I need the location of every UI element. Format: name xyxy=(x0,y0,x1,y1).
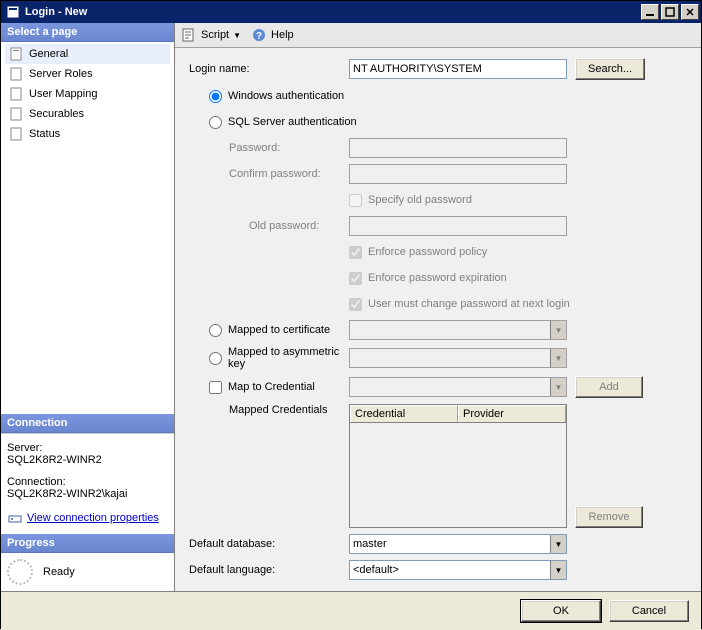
connection-header: Connection xyxy=(1,414,174,433)
old-password-label: Old password: xyxy=(189,220,349,232)
enforce-expiration-checkbox: Enforce password expiration xyxy=(349,272,507,285)
progress-header: Progress xyxy=(1,534,174,553)
connection-label: Connection: xyxy=(7,476,168,488)
page-icon xyxy=(9,106,25,122)
close-button[interactable] xyxy=(681,4,699,20)
ok-button[interactable]: OK xyxy=(521,600,601,622)
svg-text:?: ? xyxy=(256,31,262,42)
mapped-credentials-label: Mapped Credentials xyxy=(189,404,349,416)
login-name-label: Login name: xyxy=(189,63,349,75)
chevron-down-icon: ▼ xyxy=(550,349,566,367)
search-button[interactable]: Search... xyxy=(575,58,645,80)
properties-icon xyxy=(7,510,23,526)
mapped-to-certificate-radio[interactable]: Mapped to certificate xyxy=(209,324,349,337)
specify-old-password-checkbox: Specify old password xyxy=(349,194,472,207)
connection-value: SQL2K8R2-WINR2\kajai xyxy=(7,488,168,500)
sql-auth-radio[interactable]: SQL Server authentication xyxy=(209,116,357,129)
chevron-down-icon: ▼ xyxy=(550,321,566,339)
credential-combo: ▼ xyxy=(349,377,567,397)
old-password-input xyxy=(349,216,567,236)
sidebar-item-label: Securables xyxy=(29,108,84,120)
cancel-button[interactable]: Cancel xyxy=(609,600,689,622)
password-label: Password: xyxy=(189,142,349,154)
confirm-password-input xyxy=(349,164,567,184)
sidebar-item-label: User Mapping xyxy=(29,88,97,100)
page-icon xyxy=(9,86,25,102)
sidebar-item-status[interactable]: Status xyxy=(5,124,170,144)
sidebar: Select a page General Server Roles User … xyxy=(1,23,175,591)
sidebar-item-server-roles[interactable]: Server Roles xyxy=(5,64,170,84)
enforce-policy-checkbox: Enforce password policy xyxy=(349,246,487,259)
script-button[interactable]: Script ▼ xyxy=(181,27,241,43)
minimize-button[interactable] xyxy=(641,4,659,20)
server-value: SQL2K8R2-WINR2 xyxy=(7,454,168,466)
password-input xyxy=(349,138,567,158)
server-label: Server: xyxy=(7,442,168,454)
progress-status: Ready xyxy=(43,566,75,578)
page-icon xyxy=(9,46,25,62)
maximize-button[interactable] xyxy=(661,4,679,20)
sidebar-item-label: General xyxy=(29,48,68,60)
help-icon: ? xyxy=(251,27,267,43)
script-icon xyxy=(181,27,197,43)
titlebar: Login - New xyxy=(1,1,701,23)
help-button[interactable]: ? Help xyxy=(251,27,294,43)
dialog-footer: OK Cancel xyxy=(1,591,701,630)
chevron-down-icon[interactable]: ▼ xyxy=(550,561,566,579)
mapped-to-asymmetric-radio[interactable]: Mapped to asymmetric key xyxy=(209,346,349,370)
windows-auth-radio[interactable]: Windows authentication xyxy=(209,90,344,103)
sidebar-item-label: Server Roles xyxy=(29,68,93,80)
asymmetric-key-combo: ▼ xyxy=(349,348,567,368)
mapped-credentials-table: Credential Provider xyxy=(349,404,567,528)
default-language-combo[interactable]: <default> ▼ xyxy=(349,560,567,580)
login-name-input[interactable] xyxy=(349,59,567,79)
add-button: Add xyxy=(575,376,643,398)
default-database-label: Default database: xyxy=(189,538,349,550)
page-icon xyxy=(9,126,25,142)
default-database-combo[interactable]: master ▼ xyxy=(349,534,567,554)
certificate-combo: ▼ xyxy=(349,320,567,340)
progress-spinner-icon xyxy=(7,559,33,585)
select-page-header: Select a page xyxy=(1,23,174,42)
dropdown-icon: ▼ xyxy=(233,31,241,40)
toolbar: Script ▼ ? Help xyxy=(175,23,701,48)
page-icon xyxy=(9,66,25,82)
sidebar-item-user-mapping[interactable]: User Mapping xyxy=(5,84,170,104)
view-connection-properties-link[interactable]: View connection properties xyxy=(7,510,168,526)
sidebar-item-general[interactable]: General xyxy=(5,44,170,64)
must-change-password-checkbox: User must change password at next login xyxy=(349,298,570,311)
map-to-credential-checkbox[interactable]: Map to Credential xyxy=(209,381,349,394)
provider-column-header: Provider xyxy=(458,405,566,422)
sidebar-item-securables[interactable]: Securables xyxy=(5,104,170,124)
confirm-password-label: Confirm password: xyxy=(189,168,349,180)
credential-column-header: Credential xyxy=(350,405,458,422)
app-icon xyxy=(5,4,21,20)
window-title: Login - New xyxy=(25,6,641,18)
chevron-down-icon: ▼ xyxy=(550,378,566,396)
default-language-label: Default language: xyxy=(189,564,349,576)
remove-button: Remove xyxy=(575,506,643,528)
sidebar-item-label: Status xyxy=(29,128,60,140)
chevron-down-icon[interactable]: ▼ xyxy=(550,535,566,553)
